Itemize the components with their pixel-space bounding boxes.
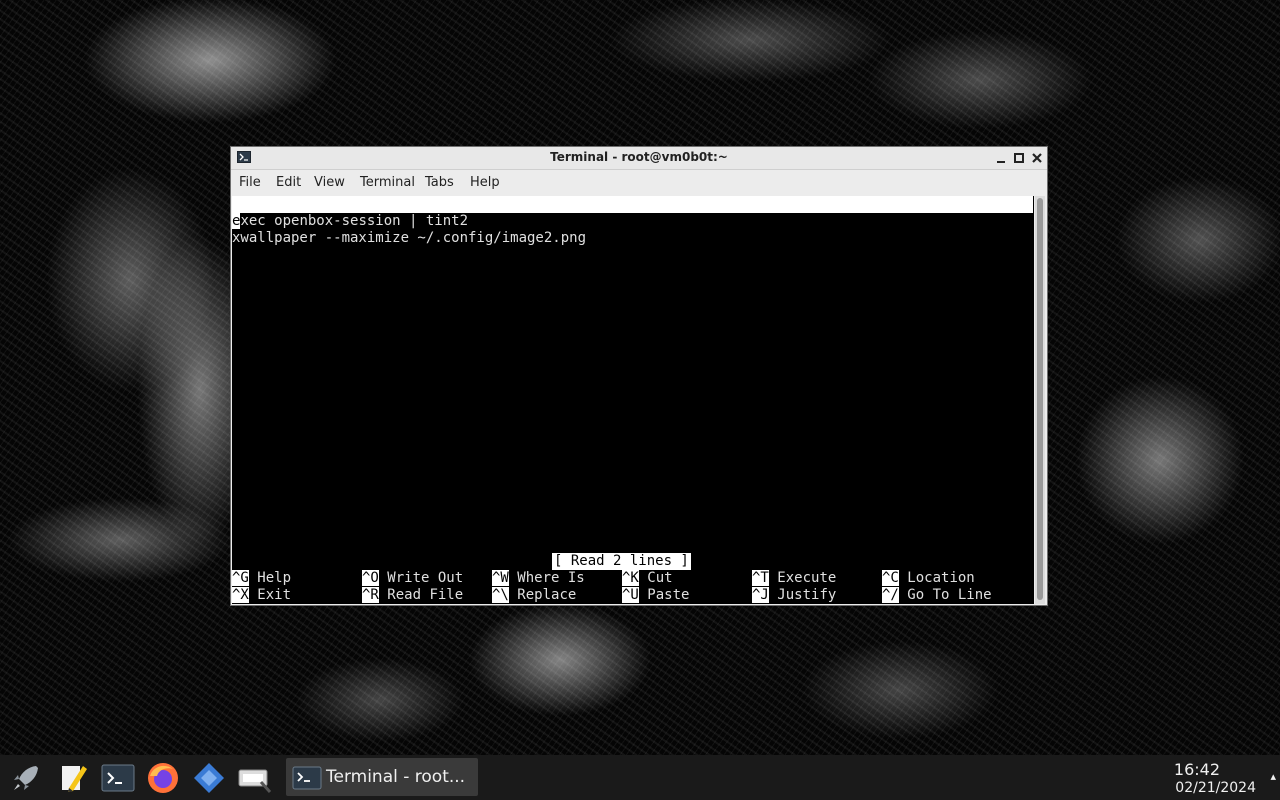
nano-filename: .xinitrc <box>614 230 682 246</box>
shortcut-key: ^T <box>752 570 769 586</box>
task-label: Terminal - root... <box>326 767 466 787</box>
shortcut-key: ^J <box>752 587 769 603</box>
nano-status-message: [ Read 2 lines ] <box>552 553 691 570</box>
minimize-button[interactable] <box>993 150 1009 166</box>
shortcut-key: ^X <box>232 587 249 603</box>
shortcut-label: Help <box>257 570 292 586</box>
window-title: Terminal - root@vm0b0t:~ <box>550 150 728 164</box>
shortcut-label: Read File <box>387 587 464 603</box>
shortcut-key: ^/ <box>882 587 899 603</box>
taskbar-terminal-task[interactable]: Terminal - root... <box>286 758 478 796</box>
terminal-icon[interactable] <box>100 760 136 796</box>
shortcut-key: ^O <box>362 570 379 586</box>
window-titlebar[interactable]: Terminal - root@vm0b0t:~ <box>231 147 1047 170</box>
shortcut-replace: ^\ Replace <box>492 587 576 604</box>
menu-help[interactable]: Help <box>470 175 500 190</box>
shortcut-label: Exit <box>257 587 292 603</box>
editor-line-1-text: xec openbox-session | tint2 <box>240 213 469 229</box>
shortcut-label: Execute <box>777 570 837 586</box>
menu-edit[interactable]: Edit <box>276 175 301 190</box>
file-manager-icon[interactable] <box>191 760 227 796</box>
text-editor-icon[interactable] <box>55 760 91 796</box>
shortcut-label: Justify <box>777 587 837 603</box>
editor-line-2[interactable]: xwallpaper --maximize ~/.config/image2.p… <box>232 230 586 247</box>
shortcut-label: Replace <box>517 587 577 603</box>
shortcut-label: Write Out <box>387 570 464 586</box>
taskbar: Terminal - root... 16:42 02/21/2024 ▴ <box>0 755 1280 800</box>
shortcut-key: ^U <box>622 587 639 603</box>
firefox-icon[interactable] <box>145 760 181 796</box>
shortcut-cut: ^K Cut <box>622 570 673 587</box>
terminal-window[interactable]: Terminal - root@vm0b0t:~ File Edit View … <box>230 146 1048 606</box>
shortcut-location: ^C Location <box>882 570 975 587</box>
shortcut-key: ^K <box>622 570 639 586</box>
nano-header-bar: GNU nano 7.2 .xinitrc <box>232 196 1033 246</box>
terminal-icon <box>292 766 322 790</box>
shortcut-justify: ^J Justify <box>752 587 836 604</box>
shortcut-execute: ^T Execute <box>752 570 836 587</box>
menu-tabs[interactable]: Tabs <box>425 175 454 190</box>
scrollbar-thumb[interactable] <box>1037 198 1043 600</box>
shortcut-key: ^G <box>232 570 249 586</box>
shortcut-label: Cut <box>647 570 673 586</box>
menu-bar: File Edit View Terminal Tabs Help <box>231 170 1047 196</box>
menu-file[interactable]: File <box>239 175 261 190</box>
menu-view[interactable]: View <box>314 175 345 190</box>
shortcut-label: Paste <box>647 587 690 603</box>
shortcut-key: ^W <box>492 570 509 586</box>
shortcut-paste: ^U Paste <box>622 587 689 604</box>
maximize-button[interactable] <box>1011 150 1027 166</box>
shortcut-key: ^\ <box>492 587 509 603</box>
screenshot-icon[interactable] <box>237 760 273 796</box>
shortcut-key: ^C <box>882 570 899 586</box>
shortcut-label: Go To Line <box>907 587 992 603</box>
close-button[interactable] <box>1029 150 1045 166</box>
shortcut-key: ^R <box>362 587 379 603</box>
shortcut-label: Location <box>907 570 975 586</box>
shortcut-read-file: ^R Read File <box>362 587 463 604</box>
shortcut-write-out: ^O Write Out <box>362 570 463 587</box>
menu-terminal[interactable]: Terminal <box>360 175 415 190</box>
terminal-area[interactable]: GNU nano 7.2 .xinitrc exec openbox-sessi… <box>232 196 1034 604</box>
clock-time[interactable]: 16:42 <box>1174 760 1220 779</box>
shortcut-label: Where Is <box>517 570 585 586</box>
tray-expand-icon[interactable]: ▴ <box>1270 770 1276 783</box>
shortcut-go-to-line: ^/ Go To Line <box>882 587 992 604</box>
rocket-icon[interactable] <box>8 760 44 796</box>
terminal-scrollbar[interactable] <box>1035 196 1045 604</box>
shortcut-help: ^G Help <box>232 570 291 587</box>
editor-line-1[interactable]: exec openbox-session | tint2 <box>232 213 468 230</box>
clock-date[interactable]: 02/21/2024 <box>1175 780 1256 796</box>
shortcut-exit: ^X Exit <box>232 587 291 604</box>
shortcut-where-is: ^W Where Is <box>492 570 585 587</box>
